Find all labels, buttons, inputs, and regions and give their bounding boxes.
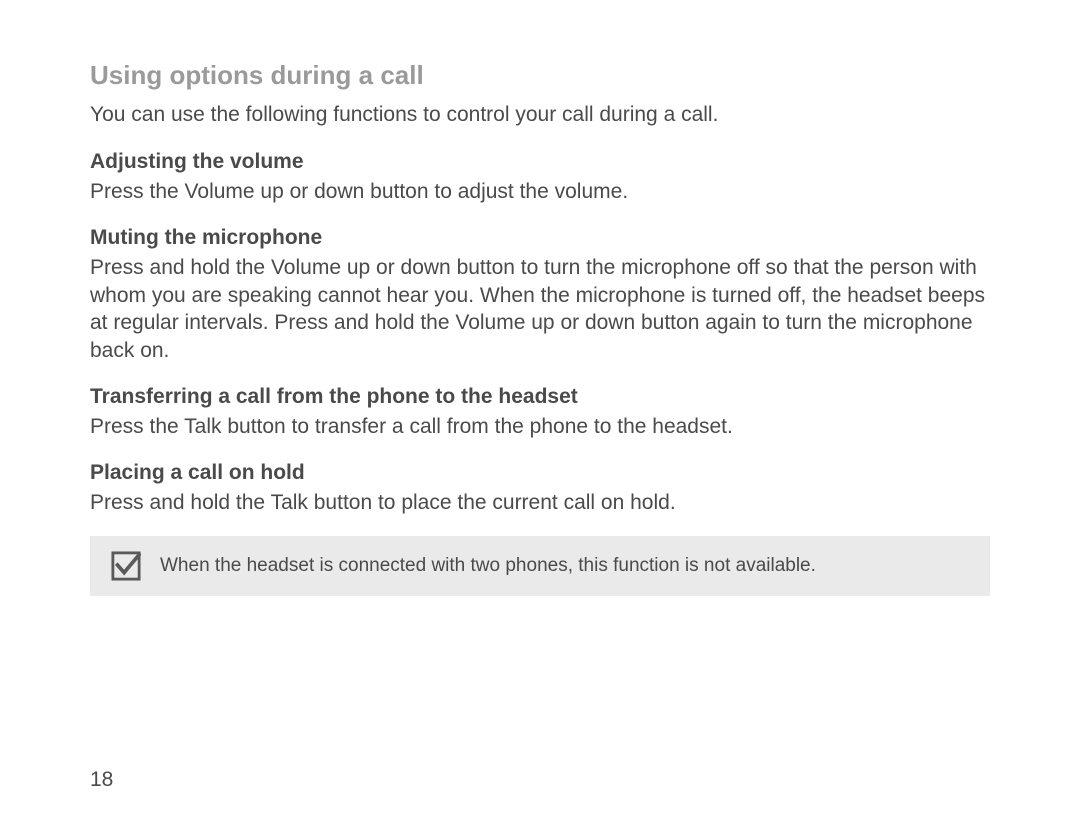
- checkbox-checked-icon: [110, 550, 142, 582]
- subsection-title-hold: Placing a call on hold: [90, 461, 990, 485]
- body-text: Press the Talk button to transfer a call…: [90, 413, 990, 441]
- intro-text: You can use the following functions to c…: [90, 101, 990, 128]
- body-text: Press and hold the Talk button to place …: [90, 489, 990, 517]
- subsection-title-adjust-volume: Adjusting the volume: [90, 150, 990, 174]
- page-number: 18: [90, 768, 113, 792]
- body-text: Press the Volume up or down button to ad…: [90, 178, 990, 206]
- section-title: Using options during a call: [90, 60, 990, 91]
- note-text: When the headset is connected with two p…: [160, 554, 816, 579]
- subsection-title-muting: Muting the microphone: [90, 226, 990, 250]
- note-box: When the headset is connected with two p…: [90, 536, 990, 596]
- subsection-title-transferring: Transferring a call from the phone to th…: [90, 385, 990, 409]
- body-text: Press and hold the Volume up or down but…: [90, 254, 990, 365]
